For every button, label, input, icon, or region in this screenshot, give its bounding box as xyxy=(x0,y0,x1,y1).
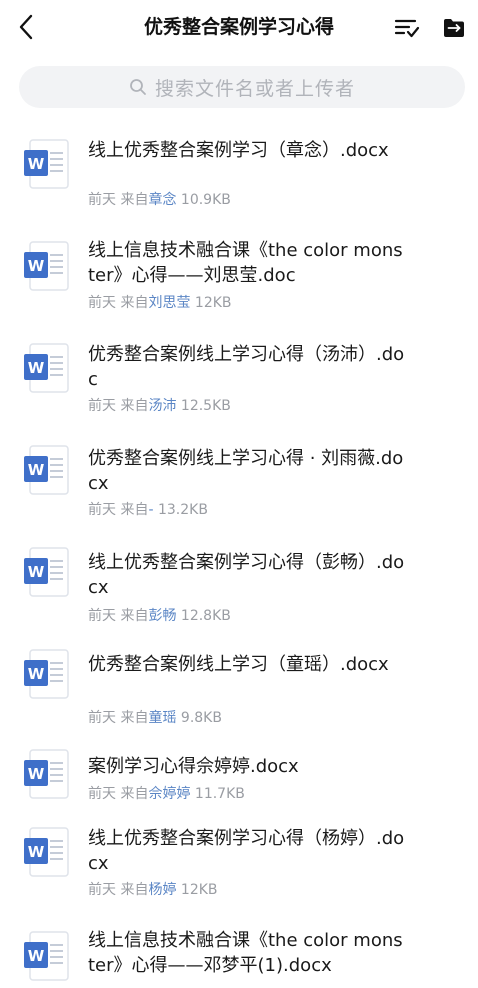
svg-text:W: W xyxy=(28,461,45,479)
file-meta: 前天 来自佘婷婷 11.7KB xyxy=(88,784,245,804)
list-item[interactable]: W 线上优秀整合案例学习心得（彭畅）.docx 前天 来自彭畅 12.8KB xyxy=(0,530,478,632)
file-time: 前天 xyxy=(88,398,116,414)
from-label: 来自 xyxy=(120,192,149,208)
file-meta: 前天 来自章念 10.9KB xyxy=(88,190,231,210)
folder-button[interactable] xyxy=(438,14,470,42)
file-time: 前天 xyxy=(88,295,116,311)
from-label: 来自 xyxy=(120,295,149,311)
list-item[interactable]: W 线上优秀整合案例学习（章念）.docx 前天 来自章念 10.9KB xyxy=(0,122,478,224)
file-name: 线上优秀整合案例学习心得（杨婷）.docx xyxy=(88,828,405,874)
word-doc-icon: W xyxy=(22,340,70,396)
file-name: 线上优秀整合案例学习心得（彭畅）.docx xyxy=(88,552,405,598)
file-size: 12KB xyxy=(180,882,218,898)
chevron-left-icon xyxy=(19,14,33,40)
svg-text:W: W xyxy=(28,665,45,683)
file-meta: 前天 来自彭畅 12.8KB xyxy=(88,606,231,626)
list-item[interactable]: W 案例学习心得佘婷婷.docx 前天 来自佘婷婷 11.7KB xyxy=(0,734,478,814)
sender-name[interactable]: 杨婷 xyxy=(148,882,176,898)
word-doc-icon: W xyxy=(22,646,70,702)
word-doc-icon: W xyxy=(22,928,70,984)
word-doc-icon: W xyxy=(22,238,70,294)
sender-name[interactable]: - xyxy=(148,502,153,518)
svg-text:W: W xyxy=(28,563,45,581)
sender-name[interactable]: 彭畅 xyxy=(148,608,176,624)
file-time: 前天 xyxy=(88,608,116,624)
svg-text:W: W xyxy=(28,155,45,173)
top-bar: 优秀整合案例学习心得 xyxy=(0,0,478,54)
file-meta: 前天 来自童瑶 9.8KB xyxy=(88,708,222,728)
word-doc-icon: W xyxy=(22,442,70,498)
list-item[interactable]: W 线上优秀整合案例学习心得（杨婷）.docx 前天 来自杨婷 12KB xyxy=(0,814,478,918)
file-size: 12.5KB xyxy=(180,398,231,414)
svg-text:W: W xyxy=(28,359,45,377)
file-list: W 线上优秀整合案例学习（章念）.docx 前天 来自章念 10.9KB W 线… xyxy=(0,122,478,984)
word-doc-icon: W xyxy=(22,824,70,880)
sender-name[interactable]: 童瑶 xyxy=(148,710,176,726)
file-time: 前天 xyxy=(88,192,116,208)
sender-name[interactable]: 刘思莹 xyxy=(148,295,190,311)
list-item[interactable]: W 线上信息技术融合课《the color monster》心得——邓梦平(1)… xyxy=(0,918,478,984)
search-icon xyxy=(129,78,147,96)
sort-list-icon xyxy=(394,19,420,38)
file-name: 线上信息技术融合课《the color monster》心得——刘思莹.doc xyxy=(88,240,403,286)
sender-name[interactable]: 汤沛 xyxy=(148,398,176,414)
file-size: 12.8KB xyxy=(180,608,231,624)
file-time: 前天 xyxy=(88,882,116,898)
file-size: 10.9KB xyxy=(180,192,231,208)
from-label: 来自 xyxy=(120,710,149,726)
file-time: 前天 xyxy=(88,786,116,802)
file-size: 11.7KB xyxy=(194,786,245,802)
file-meta: 前天 来自刘思莹 12KB xyxy=(88,293,232,313)
file-size: 9.8KB xyxy=(180,710,222,726)
file-meta: 前天 来自杨婷 12KB xyxy=(88,880,218,900)
search-placeholder: 搜索文件名或者上传者 xyxy=(154,77,355,100)
list-item[interactable]: W 优秀整合案例线上学习（童瑶）.docx 前天 来自童瑶 9.8KB xyxy=(0,632,478,734)
file-name: 优秀整合案例线上学习（童瑶）.docx xyxy=(88,654,389,675)
word-doc-icon: W xyxy=(22,544,70,600)
file-meta: 前天 来自- 13.2KB xyxy=(88,500,208,520)
svg-text:W: W xyxy=(28,947,45,965)
file-name: 线上优秀整合案例学习（章念）.docx xyxy=(88,140,389,161)
sender-name[interactable]: 章念 xyxy=(148,192,176,208)
folder-icon xyxy=(444,19,464,37)
svg-text:W: W xyxy=(28,765,45,783)
file-size: 12KB xyxy=(194,295,232,311)
file-size: 13.2KB xyxy=(157,502,208,518)
list-item[interactable]: W 线上信息技术融合课《the color monster》心得——刘思莹.do… xyxy=(0,224,478,326)
back-button[interactable] xyxy=(12,12,40,42)
from-label: 来自 xyxy=(120,398,149,414)
file-name: 案例学习心得佘婷婷.docx xyxy=(88,756,299,777)
from-label: 来自 xyxy=(120,502,149,518)
list-item[interactable]: W 优秀整合案例线上学习心得（汤沛）.doc 前天 来自汤沛 12.5KB xyxy=(0,326,478,428)
file-meta: 前天 来自汤沛 12.5KB xyxy=(88,396,231,416)
sort-button[interactable] xyxy=(390,14,424,42)
svg-text:W: W xyxy=(28,843,45,861)
from-label: 来自 xyxy=(120,882,149,898)
file-name: 优秀整合案例线上学习心得 · 刘雨薇.docx xyxy=(88,448,404,494)
from-label: 来自 xyxy=(120,786,149,802)
word-doc-icon: W xyxy=(22,746,70,802)
sender-name[interactable]: 佘婷婷 xyxy=(148,786,190,802)
file-time: 前天 xyxy=(88,502,116,518)
file-name: 优秀整合案例线上学习心得（汤沛）.doc xyxy=(88,344,405,390)
file-time: 前天 xyxy=(88,710,116,726)
page-title: 优秀整合案例学习心得 xyxy=(143,16,334,38)
list-item[interactable]: W 优秀整合案例线上学习心得 · 刘雨薇.docx 前天 来自- 13.2KB xyxy=(0,428,478,530)
svg-text:W: W xyxy=(28,257,45,275)
search-input[interactable]: 搜索文件名或者上传者 xyxy=(19,66,465,108)
from-label: 来自 xyxy=(120,608,149,624)
file-name: 线上信息技术融合课《the color monster》心得——邓梦平(1).d… xyxy=(88,930,403,976)
word-doc-icon: W xyxy=(22,136,70,192)
